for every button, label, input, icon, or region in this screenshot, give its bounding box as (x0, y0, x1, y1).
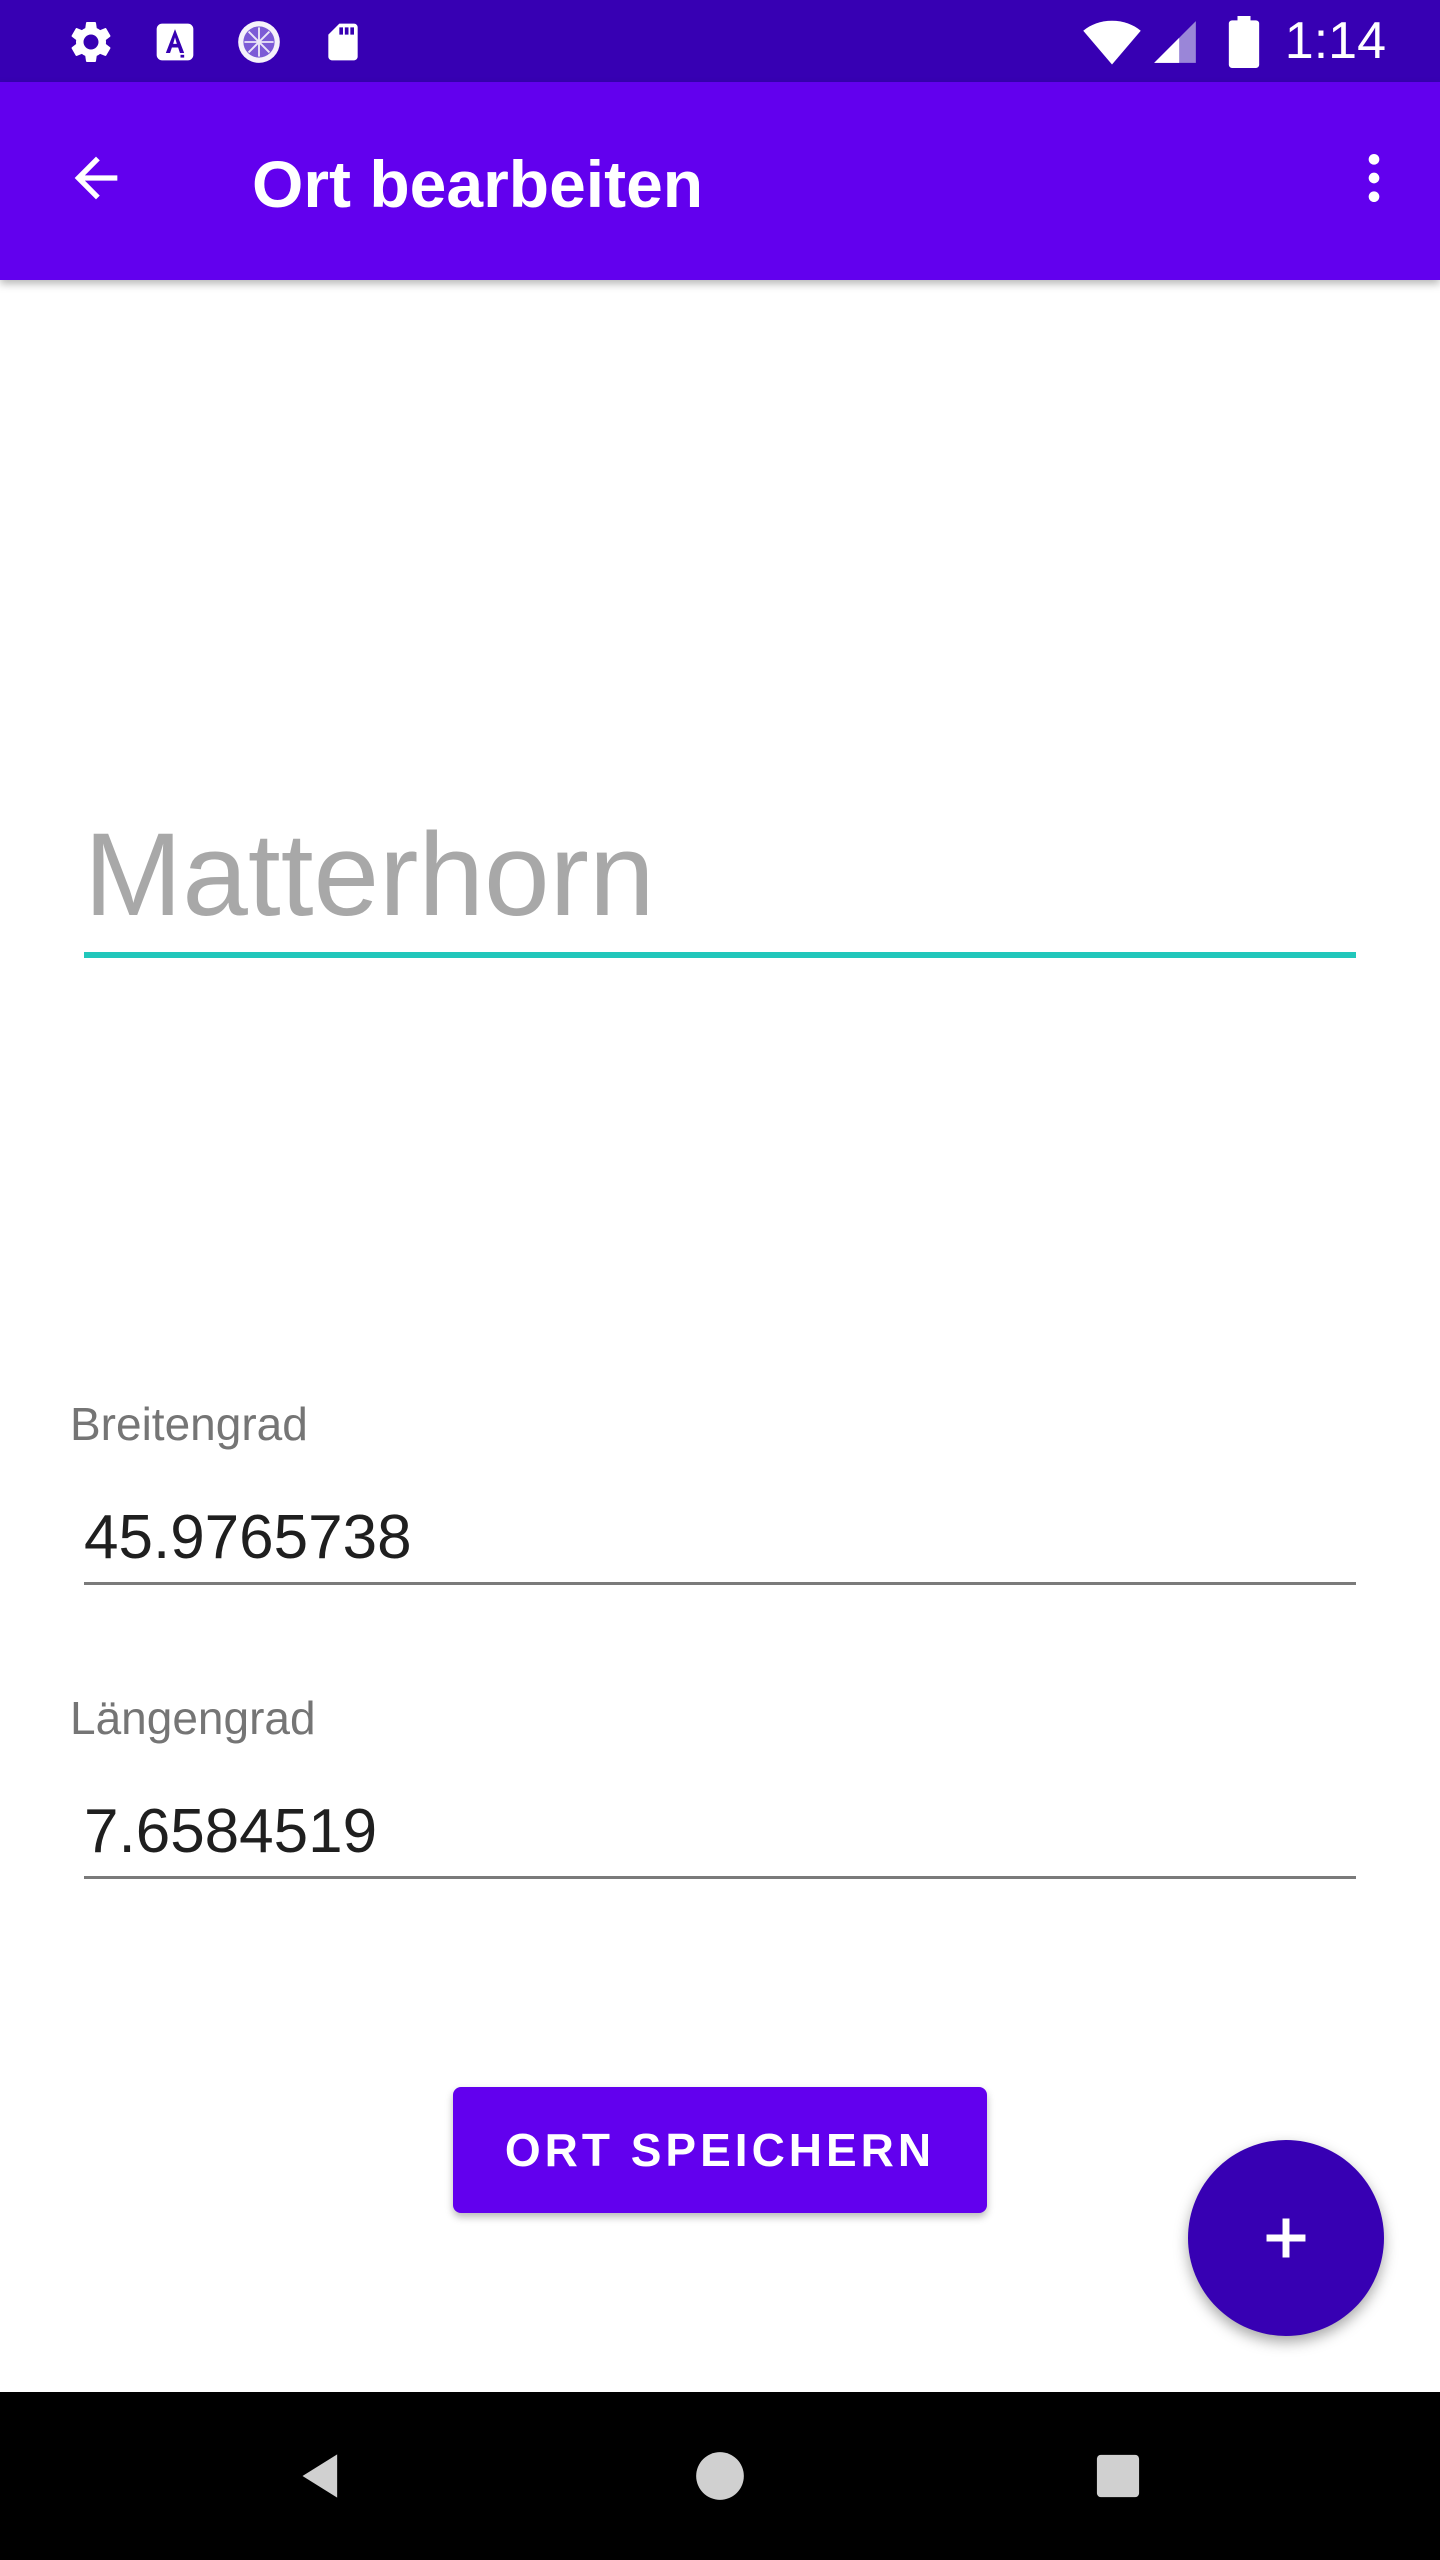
nav-back-button[interactable] (272, 2426, 372, 2526)
sync-circle-icon (234, 17, 284, 67)
back-button[interactable] (46, 128, 146, 228)
wifi-icon (1082, 17, 1142, 67)
nav-home-button[interactable] (670, 2426, 770, 2526)
status-bar: 1:14 (0, 0, 1440, 82)
battery-icon (1222, 16, 1266, 68)
latitude-field (84, 1492, 1356, 1592)
longitude-underline (84, 1876, 1356, 1879)
more-vert-icon (1368, 154, 1380, 202)
sd-card-icon (318, 17, 368, 67)
cell-signal-icon (1150, 17, 1200, 67)
nav-recents-button[interactable] (1068, 2426, 1168, 2526)
navigation-bar (0, 2392, 1440, 2560)
screen: 1:14 Ort bearbeiten Breitengrad Längengr… (0, 0, 1440, 2560)
save-place-button[interactable]: ORT SPEICHERN (453, 2087, 987, 2213)
nav-back-icon (302, 2454, 338, 2498)
latitude-underline (84, 1582, 1356, 1585)
longitude-input[interactable] (84, 1786, 1356, 1876)
longitude-field (84, 1786, 1356, 1886)
accessibility-a-icon (150, 17, 200, 67)
nav-recents-icon (1096, 2454, 1140, 2498)
arrow-back-icon (74, 156, 118, 200)
add-fab-button[interactable] (1188, 2140, 1384, 2336)
latitude-label: Breitengrad (70, 1398, 308, 1450)
place-name-input[interactable] (84, 800, 1356, 950)
page-title: Ort bearbeiten (252, 147, 704, 221)
add-icon (1266, 2218, 1306, 2258)
overflow-menu-button[interactable] (1324, 128, 1424, 228)
place-name-field (84, 800, 1356, 962)
nav-home-icon (696, 2452, 744, 2500)
place-name-underline (84, 952, 1356, 958)
longitude-label: Längengrad (70, 1692, 316, 1744)
app-bar: Ort bearbeiten (0, 82, 1440, 280)
status-time: 1:14 (1284, 12, 1386, 70)
latitude-input[interactable] (84, 1492, 1356, 1582)
settings-icon (66, 17, 116, 67)
